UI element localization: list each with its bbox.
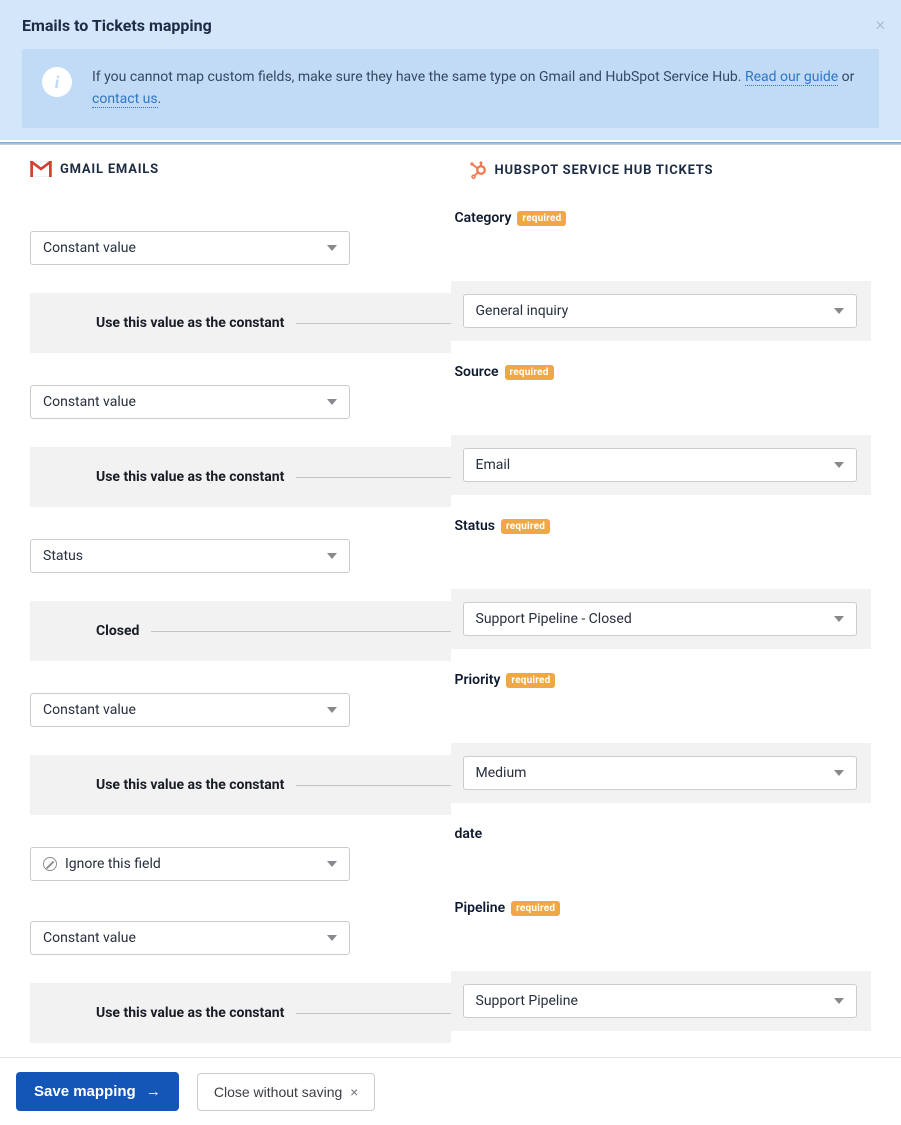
constant-row-0: Use this value as the constant	[30, 293, 451, 353]
right-select-3[interactable]: Medium	[463, 756, 858, 790]
modal-title: Emails to Tickets mapping	[22, 16, 879, 35]
right-field-label-1: Source required	[455, 361, 872, 383]
left-select-1[interactable]: Constant value	[30, 385, 350, 419]
right-column-header: HUBSPOT SERVICE HUB TICKETS	[469, 161, 872, 179]
right-field-name: Pipeline	[455, 900, 506, 916]
right-select-0[interactable]: General inquiry	[463, 294, 858, 328]
right-field-name: Status	[455, 518, 495, 534]
chevron-down-icon	[327, 245, 337, 251]
left-column-header: GMAIL EMAILS	[30, 161, 433, 177]
chevron-down-icon	[327, 399, 337, 405]
left-select-0[interactable]: Constant value	[30, 231, 350, 265]
connector-line	[296, 785, 450, 786]
constant-label: Use this value as the constant	[96, 777, 284, 793]
left-select-value: Constant value	[43, 930, 136, 946]
right-field-label-3: Priority required	[455, 669, 872, 691]
connector-line	[296, 323, 450, 324]
info-prefix: If you cannot map custom fields, make su…	[92, 69, 745, 85]
connector-line	[296, 477, 450, 478]
required-badge: required	[511, 901, 560, 916]
read-guide-link[interactable]: Read our guide	[745, 69, 838, 86]
constant-row-5: Use this value as the constant	[30, 983, 451, 1043]
chevron-down-icon	[834, 462, 844, 468]
info-suffix: .	[158, 91, 162, 107]
right-select-value: Medium	[476, 765, 527, 781]
constant-row-1: Use this value as the constant	[30, 447, 451, 507]
left-select-value: Status	[43, 548, 83, 564]
right-select-value: Email	[476, 457, 511, 473]
right-field-label-4: date	[455, 823, 872, 845]
required-badge: required	[506, 673, 555, 688]
connector-line	[296, 1013, 450, 1014]
info-icon: i	[42, 67, 72, 97]
gmail-icon	[30, 161, 52, 177]
left-select-value: Constant value	[43, 240, 136, 256]
contact-us-link[interactable]: contact us	[92, 91, 158, 108]
required-badge: required	[501, 519, 550, 534]
right-select-value: Support Pipeline	[476, 993, 578, 1009]
right-field-name: Priority	[455, 672, 501, 688]
close-x-icon: ×	[346, 1084, 358, 1100]
close-without-saving-button[interactable]: Close without saving ×	[197, 1073, 375, 1111]
arrow-right-icon: →	[142, 1083, 161, 1100]
banner: Emails to Tickets mapping × i If you can…	[0, 0, 901, 140]
left-select-5[interactable]: Constant value	[30, 921, 350, 955]
info-strip: i If you cannot map custom fields, make …	[22, 49, 879, 128]
chevron-down-icon	[834, 998, 844, 1004]
right-field-label-2: Status required	[455, 515, 872, 537]
chevron-down-icon	[834, 308, 844, 314]
connector-line	[151, 631, 450, 632]
constant-row-2: Closed	[30, 601, 451, 661]
left-select-value: Constant value	[43, 394, 136, 410]
info-mid: or	[838, 69, 854, 85]
chevron-down-icon	[327, 553, 337, 559]
right-column-title: HUBSPOT SERVICE HUB TICKETS	[495, 163, 714, 178]
ignore-icon	[43, 857, 57, 871]
right-field-name: date	[455, 826, 483, 842]
close-label: Close without saving	[214, 1084, 342, 1100]
chevron-down-icon	[834, 770, 844, 776]
right-select-5[interactable]: Support Pipeline	[463, 984, 858, 1018]
close-icon[interactable]: ×	[876, 14, 885, 35]
chevron-down-icon	[327, 861, 337, 867]
constant-label: Use this value as the constant	[96, 469, 284, 485]
right-field-label-5: Pipeline required	[455, 897, 872, 919]
right-field-name: Source	[455, 364, 499, 380]
constant-label: Closed	[96, 623, 139, 639]
right-field-label-0: Category required	[455, 207, 872, 229]
chevron-down-icon	[327, 935, 337, 941]
chevron-down-icon	[327, 707, 337, 713]
left-select-value: Constant value	[43, 702, 136, 718]
required-badge: required	[505, 365, 554, 380]
left-select-3[interactable]: Constant value	[30, 693, 350, 727]
left-select-2[interactable]: Status	[30, 539, 350, 573]
left-select-4[interactable]: Ignore this field	[30, 847, 350, 881]
info-text: If you cannot map custom fields, make su…	[92, 67, 859, 110]
right-select-1[interactable]: Email	[463, 448, 858, 482]
footer: Save mapping → Close without saving ×	[0, 1057, 901, 1125]
save-mapping-button[interactable]: Save mapping →	[16, 1072, 179, 1111]
required-badge: required	[517, 211, 566, 226]
right-select-2[interactable]: Support Pipeline - Closed	[463, 602, 858, 636]
constant-label: Use this value as the constant	[96, 1005, 284, 1021]
save-label: Save mapping	[34, 1083, 136, 1100]
hubspot-icon	[469, 161, 487, 179]
left-select-value: Ignore this field	[65, 856, 161, 872]
constant-label: Use this value as the constant	[96, 315, 284, 331]
chevron-down-icon	[834, 616, 844, 622]
mapping-body: GMAIL EMAILS HUBSPOT SERVICE HUB TICKETS	[0, 145, 901, 207]
right-select-value: General inquiry	[476, 303, 569, 319]
left-column-title: GMAIL EMAILS	[60, 162, 159, 177]
constant-row-3: Use this value as the constant	[30, 755, 451, 815]
right-field-name: Category	[455, 210, 512, 226]
right-select-value: Support Pipeline - Closed	[476, 611, 632, 627]
